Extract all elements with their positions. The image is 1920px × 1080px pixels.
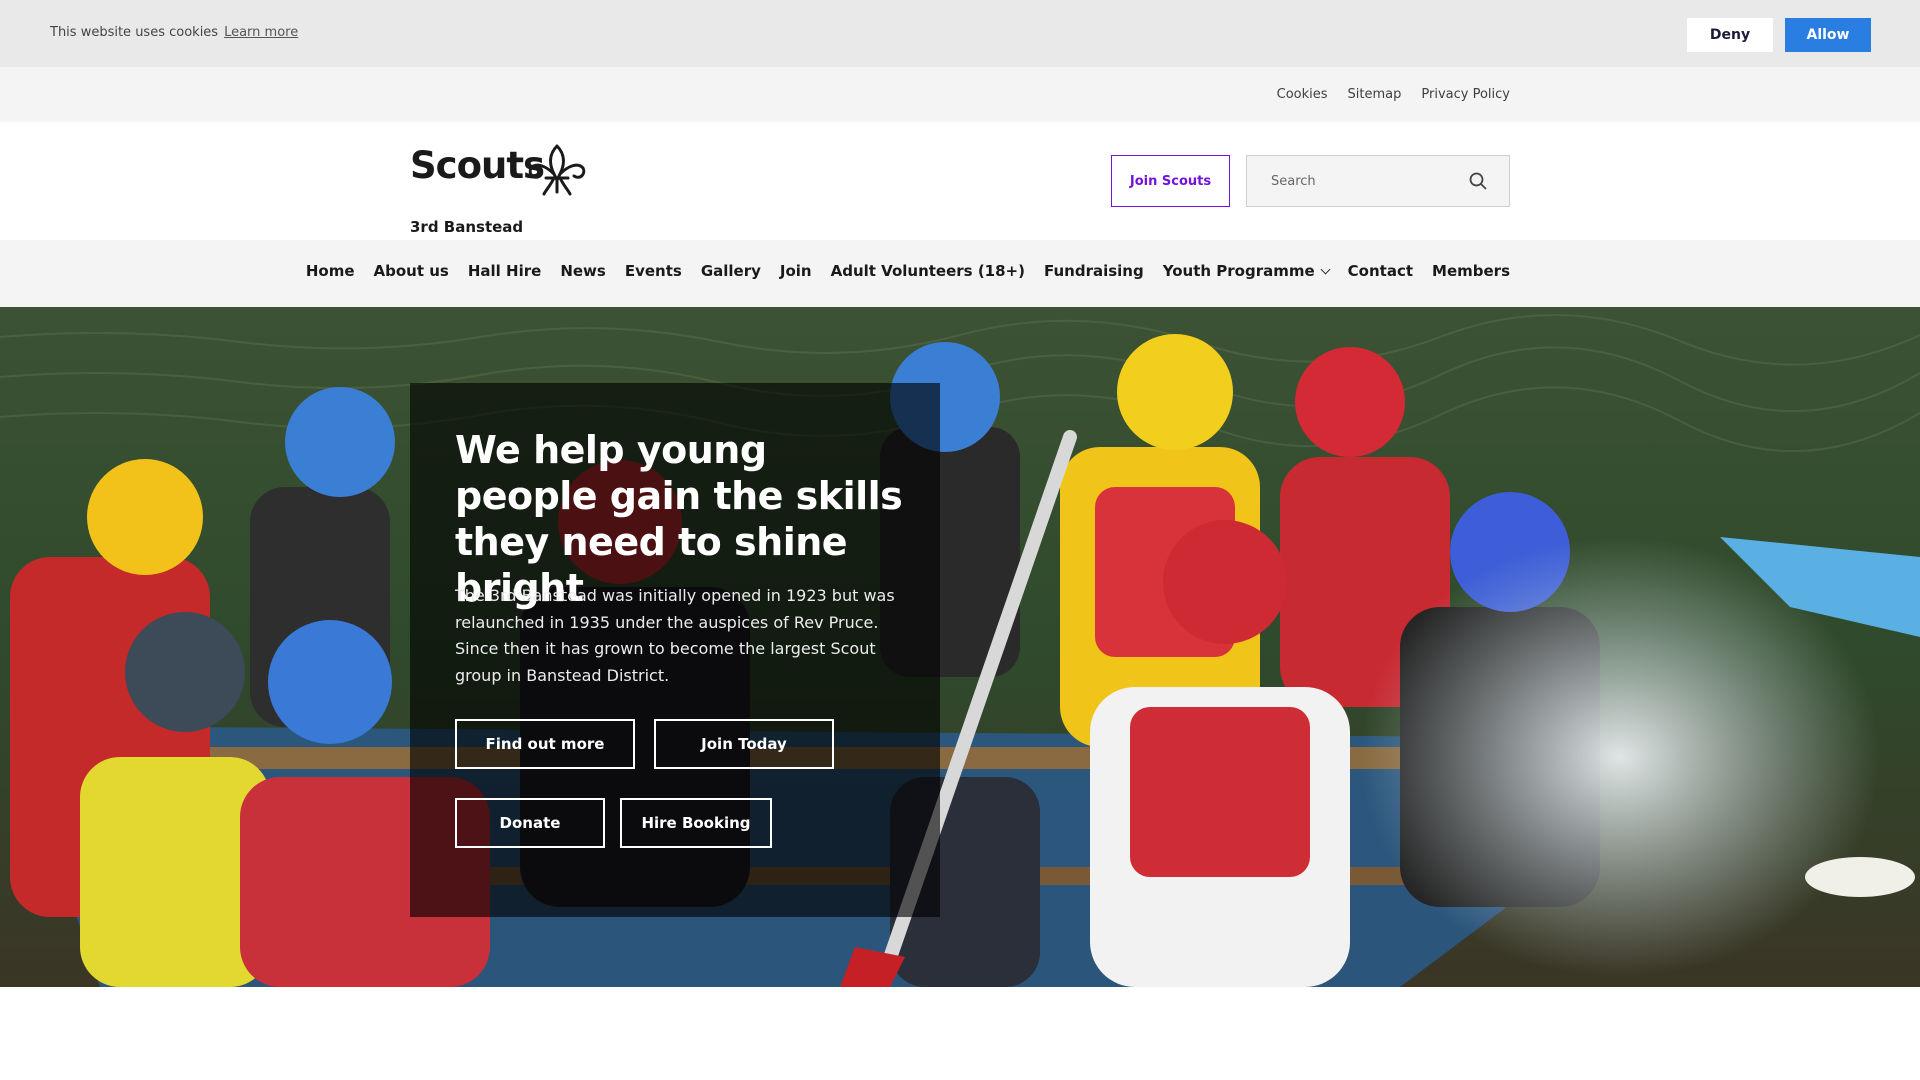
sitemap-link[interactable]: Sitemap [1348,87,1402,102]
cookie-message: This website uses cookies Learn more [50,25,298,40]
nav-item-fundraising[interactable]: Fundraising [1044,262,1144,280]
cookie-message-text: This website uses cookies [50,25,219,40]
search-box [1246,155,1510,207]
join-scouts-button[interactable]: Join Scouts [1111,155,1230,207]
nav-item-home[interactable]: Home [306,262,355,280]
donate-button[interactable]: Donate [455,798,605,848]
nav-item-adult-volunteers[interactable]: Adult Volunteers (18+) [831,262,1025,280]
nav-item-join[interactable]: Join [780,262,812,280]
hero-description: The 3rd Banstead was initially opened in… [455,586,895,685]
group-name: 3rd Banstead [410,218,524,236]
scouts-logo[interactable]: Scouts 3rd Banstead [410,144,586,236]
nav-item-hall-hire[interactable]: Hall Hire [468,262,541,280]
nav-item-news[interactable]: News [560,262,606,280]
nav-item-contact[interactable]: Contact [1348,262,1413,280]
nav-item-about-us[interactable]: About us [374,262,449,280]
nav-item-youth-programme-label: Youth Programme [1162,262,1315,280]
cookies-link[interactable]: Cookies [1277,87,1328,102]
utility-bar: Cookies Sitemap Privacy Policy [0,67,1920,122]
site-header: Scouts 3rd Banstead Join Scouts [0,122,1920,240]
logo-wordmark: Scouts [410,144,545,187]
hero-photo-rafting [0,307,1920,987]
fleur-de-lis-icon [528,144,586,196]
learn-more-link[interactable]: Learn more [224,25,298,40]
privacy-policy-link[interactable]: Privacy Policy [1421,87,1510,102]
nav-item-events[interactable]: Events [625,262,682,280]
chevron-down-icon [1320,264,1331,274]
nav-item-members[interactable]: Members [1432,262,1510,280]
deny-cookies-button[interactable]: Deny [1687,18,1773,52]
main-nav: Home About us Hall Hire News Events Gall… [0,240,1920,307]
hire-booking-button[interactable]: Hire Booking [620,798,772,848]
hero-content-panel: We help young people gain the skills the… [410,383,940,917]
allow-cookies-button[interactable]: Allow [1785,18,1871,52]
search-icon[interactable] [1469,172,1487,190]
hero-section: We help young people gain the skills the… [0,307,1920,987]
nav-list: Home About us Hall Hire News Events Gall… [306,262,1510,280]
search-input[interactable] [1247,156,1462,206]
join-today-button[interactable]: Join Today [654,719,834,769]
cookie-banner: This website uses cookies Learn more Deny… [0,0,1920,67]
find-out-more-button[interactable]: Find out more [455,719,635,769]
nav-item-youth-programme[interactable]: Youth Programme [1162,262,1331,280]
utility-links: Cookies Sitemap Privacy Policy [1277,87,1510,102]
nav-item-gallery[interactable]: Gallery [701,262,761,280]
